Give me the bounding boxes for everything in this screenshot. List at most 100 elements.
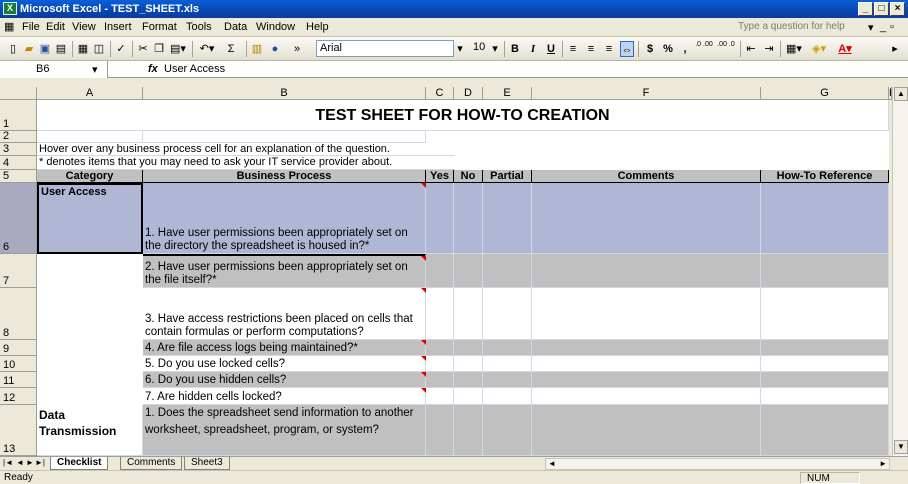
permission-icon[interactable]: ▤ — [54, 41, 68, 57]
row-header-9[interactable]: 9 — [0, 340, 37, 356]
note-hover[interactable]: Hover over any business process cell for… — [37, 143, 455, 156]
save-icon[interactable]: ▣ — [38, 41, 52, 57]
formula-input[interactable]: User Access — [164, 63, 225, 75]
cell-no-12[interactable] — [454, 388, 483, 405]
autosum-button[interactable]: Σ — [220, 41, 242, 57]
first-sheet-icon[interactable]: |◄ — [3, 458, 13, 467]
cell-partial-6[interactable] — [483, 183, 532, 254]
cell-partial-13[interactable] — [483, 405, 532, 456]
cell-no-6[interactable] — [454, 183, 483, 254]
next-sheet-icon[interactable]: ► — [26, 458, 34, 467]
cell-no-7[interactable] — [454, 254, 483, 288]
toolbar-overflow-icon[interactable]: ▸ — [890, 41, 900, 57]
cell-howto-11[interactable] — [761, 372, 889, 388]
cell-howto-9[interactable] — [761, 340, 889, 356]
maximize-button[interactable]: □ — [874, 2, 889, 16]
scroll-right-icon[interactable]: ► — [879, 459, 887, 468]
row-header-7[interactable]: 7 — [0, 254, 37, 288]
cell-comments-12[interactable] — [532, 388, 761, 405]
cell-yes-11[interactable] — [426, 372, 454, 388]
cell-data-transmission[interactable]: Data Transmission — [37, 405, 143, 456]
question-ua-1[interactable]: 1. Have user permissions been appropriat… — [143, 183, 426, 254]
merge-center-icon[interactable]: ⇔ — [620, 41, 634, 57]
cell-partial-12[interactable] — [483, 388, 532, 405]
percent-button[interactable]: % — [662, 41, 674, 57]
cell-no-11[interactable] — [454, 372, 483, 388]
cell-yes-9[interactable] — [426, 340, 454, 356]
cell-howto-13[interactable] — [761, 405, 889, 456]
last-sheet-icon[interactable]: ►| — [35, 458, 45, 467]
help-icon[interactable]: ● — [268, 41, 282, 57]
row-header-8[interactable]: 8 — [0, 288, 37, 340]
italic-button[interactable]: I — [526, 41, 540, 57]
tab-checklist[interactable]: Checklist — [50, 457, 109, 470]
tab-comments[interactable]: Comments — [120, 457, 183, 470]
comma-button[interactable]: , — [680, 41, 690, 57]
horizontal-scrollbar[interactable]: ◄ ► — [545, 458, 890, 470]
copy-icon[interactable]: ❐ — [152, 41, 166, 57]
font-size-select[interactable]: 10 — [470, 40, 490, 57]
row-header-2[interactable]: 2 — [0, 130, 37, 143]
cell-no-10[interactable] — [454, 356, 483, 372]
font-color-icon[interactable]: A▾ — [834, 41, 856, 57]
row-header-11[interactable]: 11 — [0, 372, 37, 388]
cell-partial-10[interactable] — [483, 356, 532, 372]
chart-wizard-icon[interactable]: ▥ — [250, 41, 264, 57]
decrease-decimal-button[interactable]: .00 .0 — [716, 41, 736, 57]
cell-howto-7[interactable] — [761, 254, 889, 288]
row-header-10[interactable]: 10 — [0, 356, 37, 372]
increase-indent-icon[interactable]: ⇥ — [762, 41, 776, 57]
cell-comments-9[interactable] — [532, 340, 761, 356]
doc-minimize-icon[interactable]: _ — [880, 21, 886, 33]
select-all-corner[interactable] — [0, 87, 37, 100]
cell-partial-11[interactable] — [483, 372, 532, 388]
cell-user-access[interactable]: User Access — [37, 183, 143, 254]
menu-help[interactable]: Help — [306, 21, 329, 33]
cell-no-13[interactable] — [454, 405, 483, 456]
cell-yes-7[interactable] — [426, 254, 454, 288]
cut-icon[interactable]: ✂ — [136, 41, 150, 57]
paste-icon[interactable]: ▤▾ — [168, 41, 188, 57]
cell-howto-8[interactable] — [761, 288, 889, 340]
cell-comments-7[interactable] — [532, 254, 761, 288]
minimize-button[interactable]: _ — [858, 2, 873, 16]
cell-howto-10[interactable] — [761, 356, 889, 372]
col-header-f[interactable]: F — [532, 87, 761, 100]
fill-color-icon[interactable]: ◈▾ — [808, 41, 830, 57]
header-business-process[interactable]: Business Process — [143, 170, 426, 183]
vertical-scrollbar[interactable]: ▲ ▼ — [892, 87, 908, 456]
row-header-6[interactable]: 6 — [0, 183, 37, 254]
menu-data[interactable]: Data — [224, 21, 247, 33]
tab-sheet3[interactable]: Sheet3 — [184, 457, 230, 470]
menu-view[interactable]: View — [72, 21, 96, 33]
doc-restore-icon[interactable]: ▫ — [890, 21, 894, 33]
menu-window[interactable]: Window — [256, 21, 295, 33]
bold-button[interactable]: B — [508, 41, 522, 57]
font-name-dropdown-icon[interactable]: ▾ — [454, 41, 466, 57]
col-header-c[interactable]: C — [426, 87, 454, 100]
row-header-12[interactable]: 12 — [0, 388, 37, 405]
prev-sheet-icon[interactable]: ◄ — [16, 458, 24, 467]
row-header-13[interactable]: 13 — [0, 405, 37, 456]
help-search-box[interactable]: Type a question for help — [738, 21, 845, 32]
col-header-b[interactable]: B — [143, 87, 426, 100]
borders-icon[interactable]: ▦▾ — [784, 41, 804, 57]
increase-decimal-button[interactable]: .0 .00 — [694, 41, 714, 57]
col-header-e[interactable]: E — [483, 87, 532, 100]
cell-comments-11[interactable] — [532, 372, 761, 388]
cell-partial-8[interactable] — [483, 288, 532, 340]
menu-insert[interactable]: Insert — [104, 21, 132, 33]
cell-comments-8[interactable] — [532, 288, 761, 340]
header-yes[interactable]: Yes — [426, 170, 454, 183]
close-button[interactable]: × — [890, 2, 905, 16]
font-size-dropdown-icon[interactable]: ▾ — [490, 41, 500, 57]
currency-button[interactable]: $ — [644, 41, 656, 57]
workbook-icon[interactable]: ▦ — [4, 20, 14, 33]
col-header-d[interactable]: D — [454, 87, 483, 100]
question-dt-1[interactable]: 1. Does the spreadsheet send information… — [143, 405, 426, 456]
name-box-dropdown-icon[interactable]: ▾ — [92, 63, 98, 76]
print-icon[interactable]: ▦ — [76, 41, 90, 57]
decrease-indent-icon[interactable]: ⇤ — [744, 41, 758, 57]
open-icon[interactable]: ▰ — [22, 41, 36, 57]
cell-howto-6[interactable] — [761, 183, 889, 254]
